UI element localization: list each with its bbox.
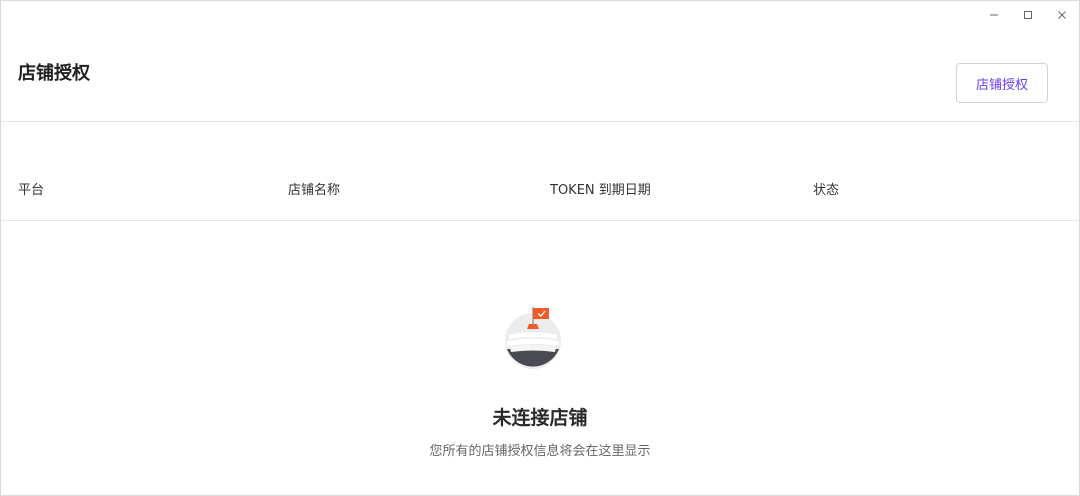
column-header-token-expiry: TOKEN 到期日期 bbox=[550, 183, 651, 198]
app-window: 店铺授权 店铺授权 平台 店铺名称 TOKEN 到期日期 状态 未连接店铺 您所… bbox=[0, 0, 1080, 496]
empty-state-title: 未连接店铺 bbox=[492, 407, 588, 429]
column-header-platform: 平台 bbox=[18, 183, 45, 198]
column-header-status: 状态 bbox=[813, 183, 840, 198]
empty-state: 未连接店铺 您所有的店铺授权信息将会在这里显示 bbox=[1, 221, 1079, 495]
column-header-store-name: 店铺名称 bbox=[288, 183, 341, 198]
table-header: 平台 店铺名称 TOKEN 到期日期 状态 bbox=[1, 122, 1079, 221]
store-auth-button[interactable]: 店铺授权 bbox=[956, 63, 1048, 103]
empty-state-description: 您所有的店铺授权信息将会在这里显示 bbox=[429, 444, 651, 459]
page-title: 店铺授权 bbox=[18, 63, 90, 84]
page-header: 店铺授权 店铺授权 bbox=[1, 1, 1079, 122]
empty-store-flag-icon bbox=[505, 307, 561, 369]
